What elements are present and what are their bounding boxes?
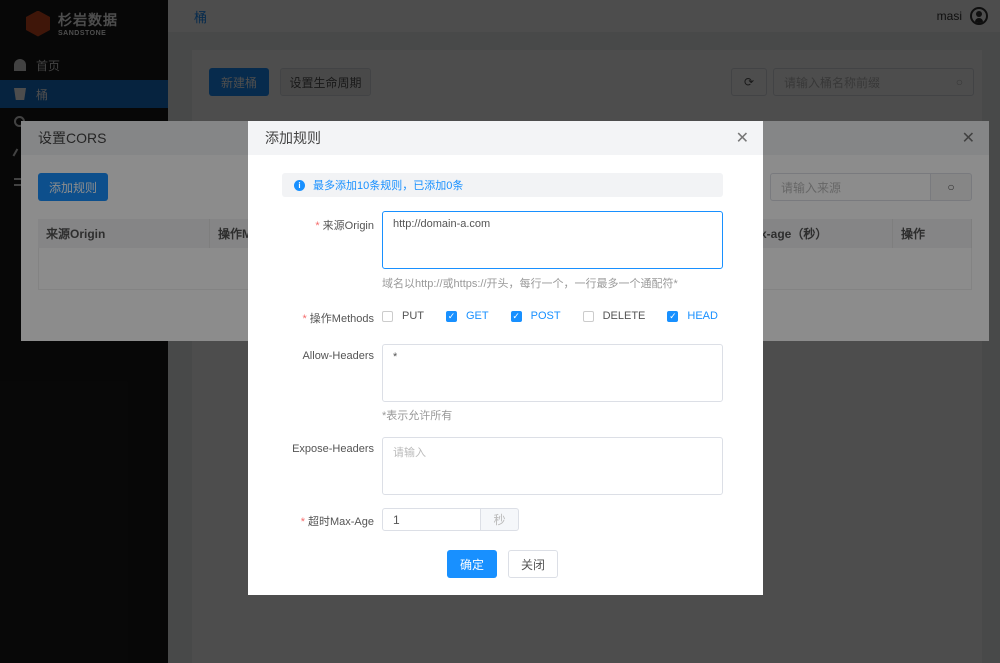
confirm-button[interactable]: 确定 [447,550,497,578]
dialog-title: 添加规则 [265,130,321,146]
origin-textarea[interactable]: http://domain-a.com [382,211,723,269]
allow-headers-label: Allow-Headers [302,350,374,362]
expose-headers-textarea[interactable]: 请输入 [382,437,723,495]
max-age-label: * 超时Max-Age [300,516,374,528]
expose-headers-label: Expose-Headers [292,443,374,455]
allow-headers-hint: *表示允许所有 [382,410,453,422]
max-age-input[interactable]: 1 [382,508,481,531]
method-get-checkbox[interactable]: ✓ GET [446,310,489,322]
origin-hint: 域名以http://或https://开头，每行一个，一行最多一个通配符* [382,278,678,290]
methods-checkbox-group: PUT ✓ GET ✓ POST DELETE ✓ HEAD [382,310,740,322]
allow-headers-textarea[interactable]: * [382,344,723,402]
methods-label: * 操作Methods [302,313,374,325]
method-put-checkbox[interactable]: PUT [382,310,424,322]
info-alert: i 最多添加10条规则，已添加0条 [282,173,723,197]
add-rule-dialog: 添加规则 ✕ i 最多添加10条规则，已添加0条 * 来源Origin http://… [248,121,763,595]
close-icon[interactable]: ✕ [736,128,749,148]
method-head-checkbox[interactable]: ✓ HEAD [667,310,718,322]
info-icon: i [294,179,305,191]
dialog-header: 添加规则 ✕ [248,121,763,155]
alert-text: 最多添加10条规则，已添加0条 [313,180,464,192]
method-delete-checkbox[interactable]: DELETE [582,310,645,322]
origin-label: * 来源Origin [315,220,374,232]
close-button[interactable]: 关闭 [508,550,558,578]
max-age-unit: 秒 [480,508,519,531]
method-post-checkbox[interactable]: ✓ POST [510,310,561,322]
